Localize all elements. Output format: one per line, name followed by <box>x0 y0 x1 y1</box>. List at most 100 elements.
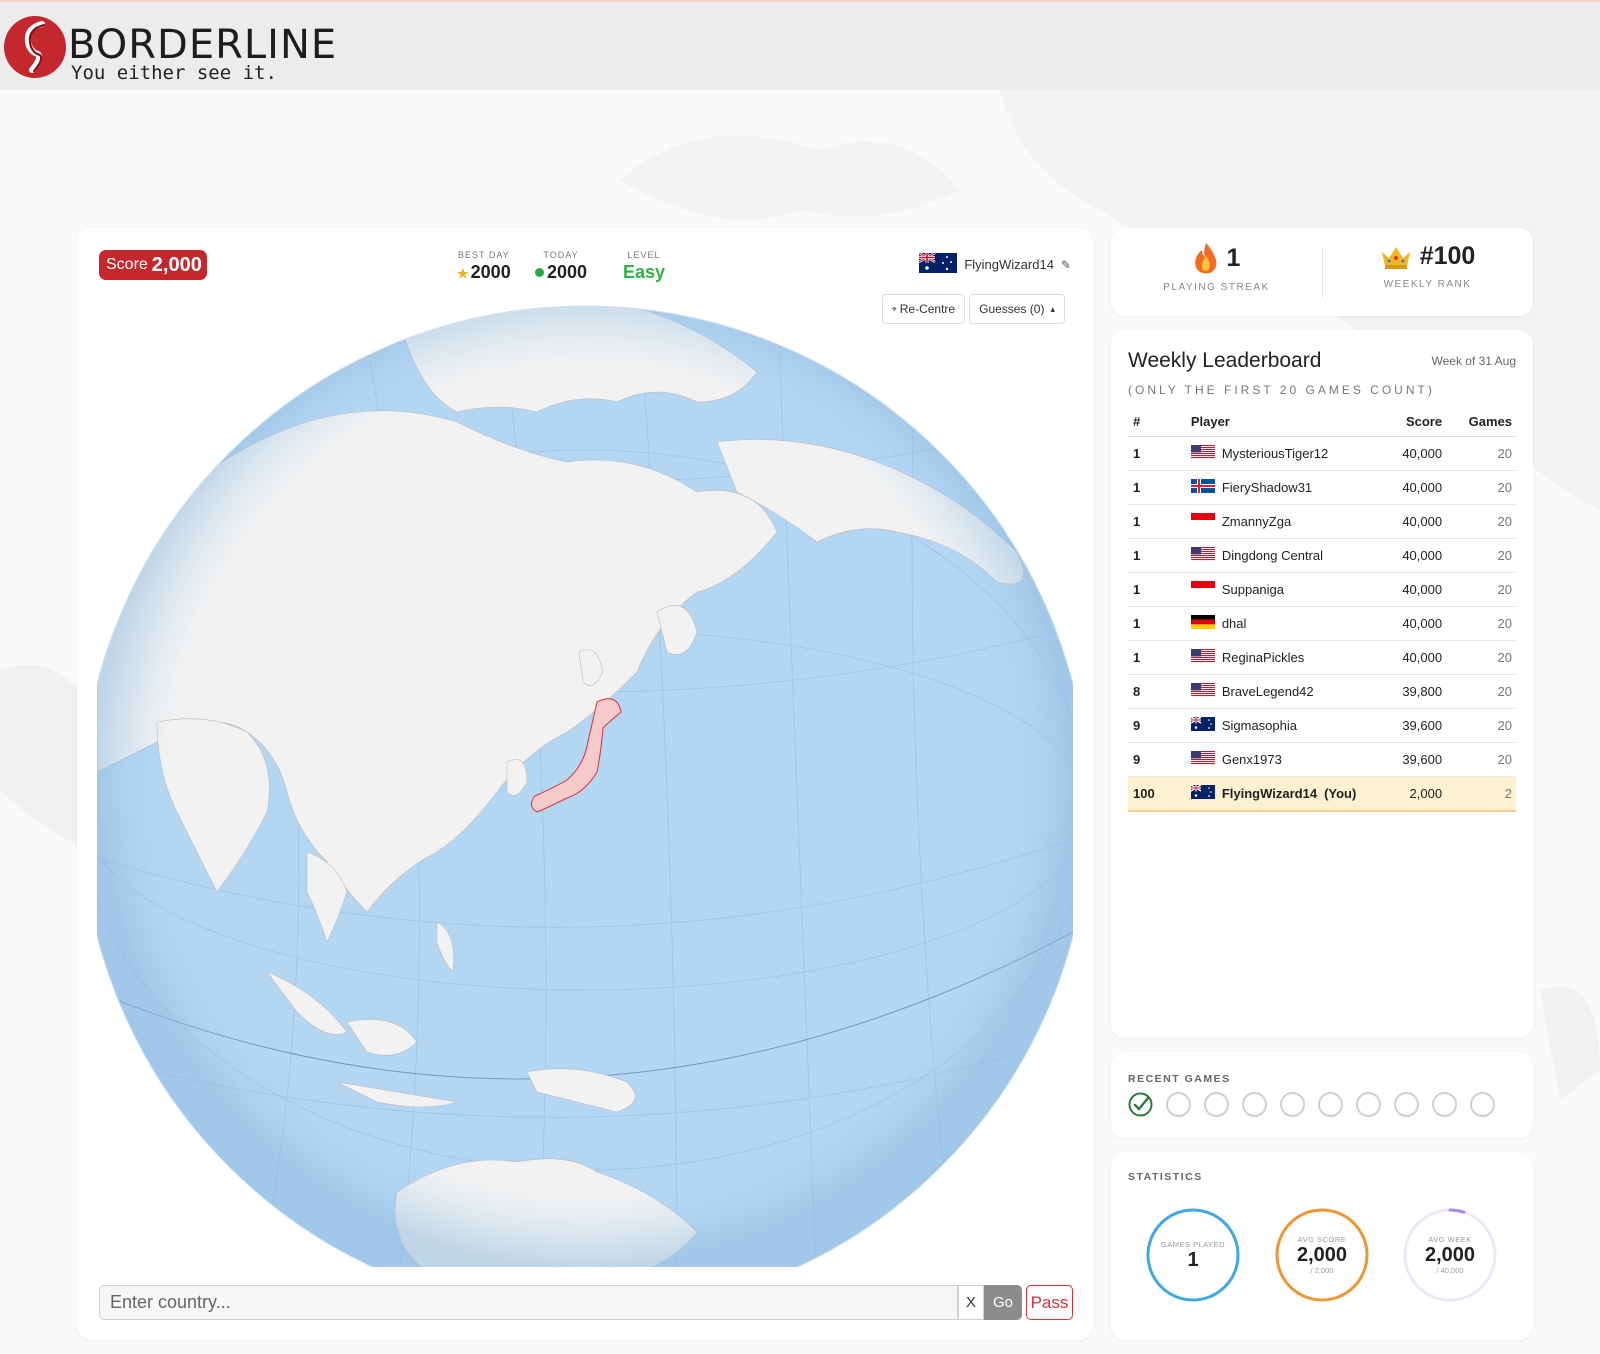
row-player-name: FieryShadow31 <box>1221 480 1313 495</box>
score-value: 2,000 <box>151 253 202 276</box>
usa-flag-icon <box>1190 751 1215 768</box>
leaderboard-row[interactable]: 1 dhal 40,000 20 <box>1128 606 1516 641</box>
avg-week-value: 2,000 <box>1424 1244 1476 1266</box>
playing-streak: 1 PLAYING STREAK <box>1111 242 1322 293</box>
leaderboard-table: # Player Score Games 1 MysteriousTiger12 4… <box>1128 406 1516 812</box>
answer-row: X Go Pass <box>99 1285 1073 1320</box>
row-player: Genx1973 <box>1185 742 1357 777</box>
australia-flag-icon <box>918 251 958 276</box>
globe-map[interactable] <box>97 292 1073 1267</box>
leaderboard-body: 1 MysteriousTiger12 40,000 20 1 FieryShadow31… <box>1128 436 1516 812</box>
row-games: 20 <box>1446 436 1516 471</box>
leaderboard-header-row: # Player Score Games <box>1128 406 1516 437</box>
row-games: 20 <box>1446 572 1516 607</box>
edit-pencil-icon[interactable]: ✎ <box>1061 258 1071 272</box>
leaderboard-row[interactable]: 1 FieryShadow31 40,000 20 <box>1128 470 1516 505</box>
row-rank: 9 <box>1128 742 1186 777</box>
row-player: BraveLegend42 <box>1185 674 1357 709</box>
col-player: Player <box>1185 406 1357 437</box>
row-games: 2 <box>1446 776 1516 812</box>
rank-value: #100 <box>1419 242 1476 270</box>
leaderboard-card: Weekly Leaderboard Week of 31 Aug (ONLY … <box>1111 330 1533 1038</box>
recent-games-label: RECENT GAMES <box>1128 1073 1231 1085</box>
best-day-value: 2000 <box>470 262 511 282</box>
col-games: Games <box>1446 406 1516 437</box>
row-player: dhal <box>1185 606 1357 641</box>
row-player-name: BraveLegend42 <box>1221 684 1314 699</box>
streak-rank-card: 1 PLAYING STREAK #100 WEEKLY RANK <box>1111 228 1533 316</box>
row-score: 40,000 <box>1356 606 1447 641</box>
leaderboard-row[interactable]: 1 MysteriousTiger12 40,000 20 <box>1128 436 1516 471</box>
row-games: 20 <box>1446 742 1516 777</box>
recent-game-empty-slot <box>1432 1092 1457 1117</box>
go-button[interactable]: Go <box>984 1285 1022 1320</box>
row-rank: 1 <box>1128 538 1186 573</box>
avg-week-sub: / 40,000 <box>1436 1266 1464 1275</box>
star-icon: ★ <box>457 266 469 281</box>
leaderboard-title: Weekly Leaderboard <box>1128 349 1322 372</box>
rank-label: WEEKLY RANK <box>1383 279 1472 290</box>
leaderboard-row[interactable]: 1 Dingdong Central 40,000 20 <box>1128 538 1516 573</box>
usa-flag-icon <box>1190 649 1215 666</box>
row-score: 40,000 <box>1356 504 1447 539</box>
logo-icon[interactable] <box>2 14 68 80</box>
guesses-dropdown[interactable]: Guesses (0) ▴ <box>969 294 1065 324</box>
level-value: Easy <box>623 262 666 282</box>
recent-game-empty-slot <box>1204 1092 1229 1117</box>
leaderboard-row[interactable]: 1 Suppaniga 40,000 20 <box>1128 572 1516 607</box>
app-header: BORDERLINE You either see it. <box>0 0 1600 90</box>
leaderboard-row[interactable]: 9 Genx1973 39,600 20 <box>1128 742 1516 777</box>
weekly-rank: #100 WEEKLY RANK <box>1322 242 1533 290</box>
row-player: Dingdong Central <box>1185 538 1357 573</box>
my-leaderboard-row[interactable]: 100 FlyingWizard14 (You) 2,000 2 <box>1128 776 1516 812</box>
row-score: 40,000 <box>1356 538 1447 573</box>
avg-score-ring: AVG SCORE 2,000/ 2,000 <box>1272 1205 1372 1305</box>
row-rank: 8 <box>1128 674 1186 709</box>
recent-game-empty-slot <box>1280 1092 1305 1117</box>
leaderboard-row[interactable]: 8 BraveLegend42 39,800 20 <box>1128 674 1516 709</box>
row-rank: 1 <box>1128 606 1186 641</box>
recent-game-empty-slot <box>1470 1092 1495 1117</box>
avg-score-value: 2,000 <box>1296 1244 1348 1266</box>
row-player: MysteriousTiger12 <box>1185 436 1357 471</box>
recent-game-empty-slot <box>1242 1092 1267 1117</box>
score-label: Score <box>106 256 148 273</box>
indonesia-flag-icon <box>1190 513 1215 530</box>
best-day-stat: BEST DAY ★ 2000 <box>457 250 511 283</box>
row-player-name: dhal <box>1221 616 1247 631</box>
recentre-label: Re-Centre <box>899 302 956 316</box>
row-player-name: Genx1973 <box>1221 752 1282 767</box>
brand-tagline: You either see it. <box>71 62 277 84</box>
player-tag[interactable]: FlyingWizard14 ✎ <box>918 251 1071 276</box>
row-player-name: ZmannyZga <box>1221 514 1292 529</box>
row-player-name: Sigmasophia <box>1221 718 1297 733</box>
globe-svg[interactable] <box>97 292 1073 1267</box>
leaderboard-note: (ONLY THE FIRST 20 GAMES COUNT) <box>1128 383 1435 397</box>
pass-button[interactable]: Pass <box>1026 1285 1073 1320</box>
row-score: 39,600 <box>1356 742 1447 777</box>
row-score: 2,000 <box>1356 776 1447 812</box>
row-score: 39,600 <box>1356 708 1447 743</box>
clear-button[interactable]: X <box>958 1285 984 1320</box>
guesses-label: Guesses (0) <box>979 302 1045 316</box>
country-input[interactable] <box>99 1285 958 1320</box>
recentre-button[interactable]: ⌖ Re-Centre <box>881 294 966 324</box>
row-games: 20 <box>1446 538 1516 573</box>
leaderboard-row[interactable]: 1 ZmannyZga 40,000 20 <box>1128 504 1516 539</box>
row-player-name: MysteriousTiger12 <box>1221 446 1329 461</box>
row-player: ZmannyZga <box>1185 504 1357 539</box>
level-label: LEVEL <box>627 250 661 260</box>
row-player-name: ReginaPickles <box>1221 650 1305 665</box>
recent-game-empty-slot <box>1394 1092 1419 1117</box>
avg-score-caption: AVG SCORE <box>1297 1235 1347 1244</box>
streak-label: PLAYING STREAK <box>1163 282 1270 293</box>
player-name: FlyingWizard14 <box>964 257 1054 272</box>
usa-flag-icon <box>1190 683 1215 700</box>
row-rank: 1 <box>1128 436 1186 471</box>
usa-flag-icon <box>1190 445 1215 462</box>
leaderboard-row[interactable]: 9 Sigmasophia 39,600 20 <box>1128 708 1516 743</box>
australia-flag-icon <box>1190 784 1215 802</box>
leaderboard-row[interactable]: 1 ReginaPickles 40,000 20 <box>1128 640 1516 675</box>
recent-game-empty-slot <box>1356 1092 1381 1117</box>
leaderboard-week: Week of 31 Aug <box>1431 354 1516 368</box>
